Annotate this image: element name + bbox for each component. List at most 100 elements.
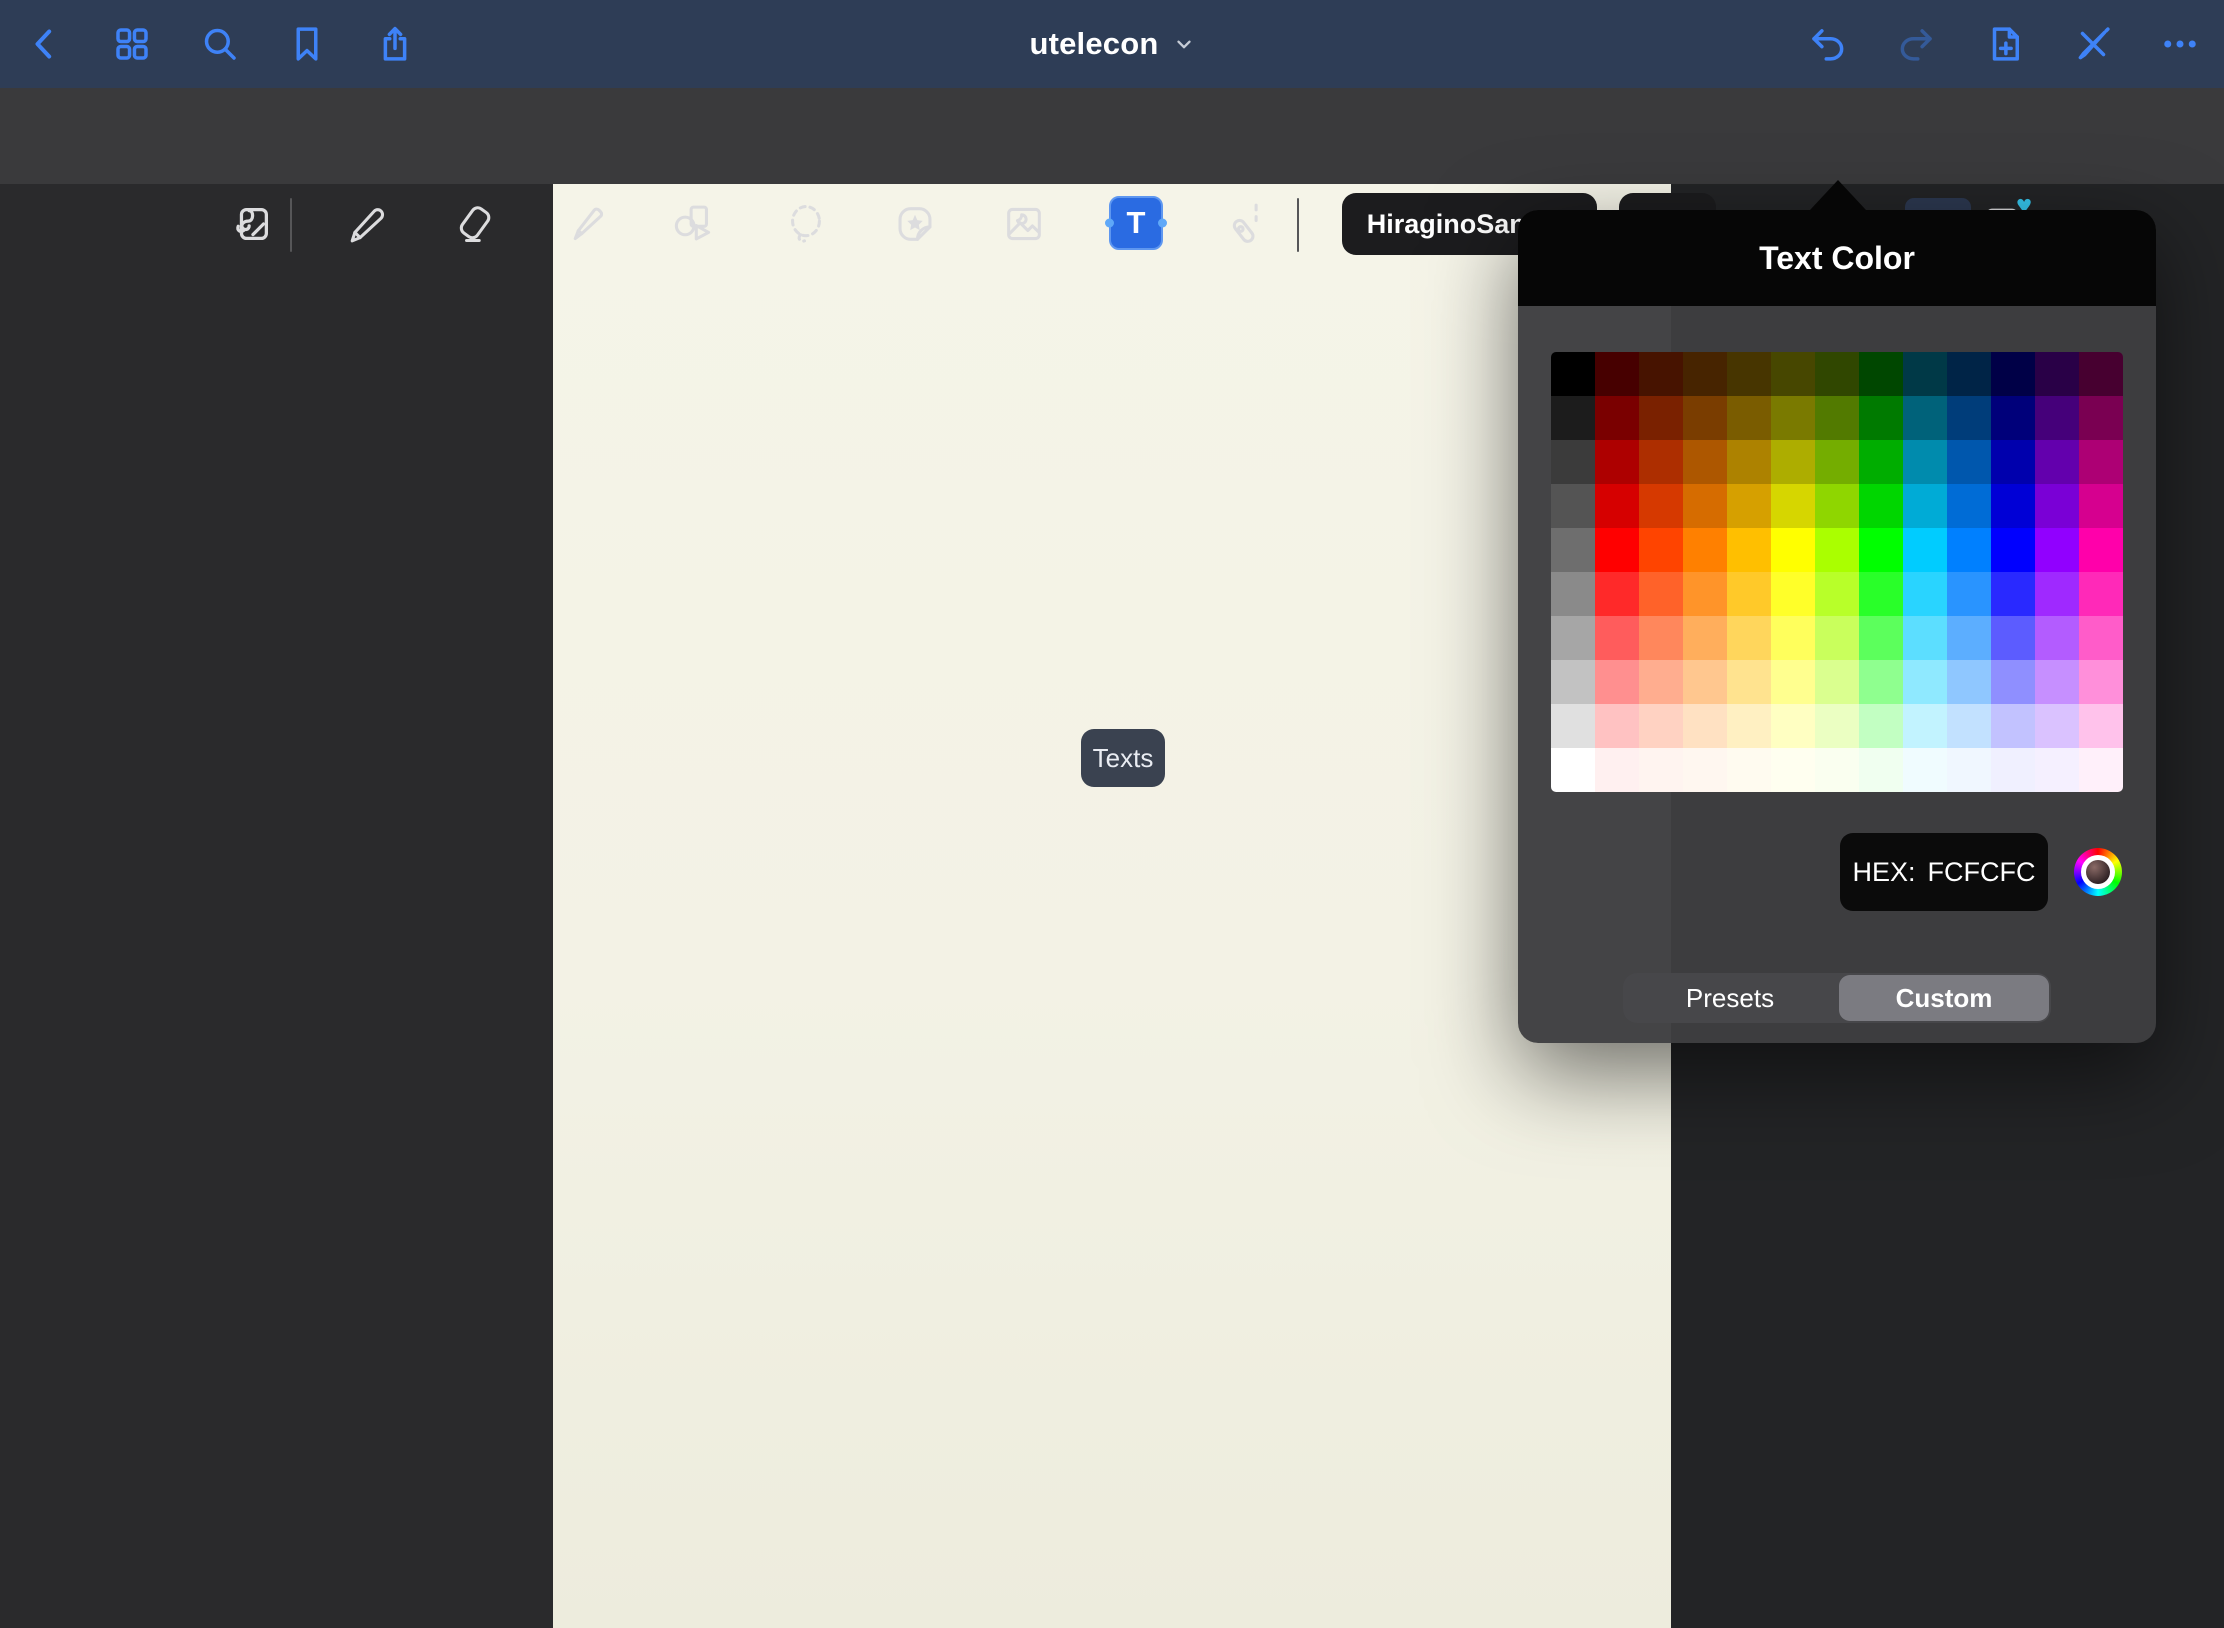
color-swatch[interactable] [1903, 616, 1947, 660]
color-swatch[interactable] [1683, 704, 1727, 748]
more-options-button[interactable] [2152, 16, 2208, 72]
color-swatch[interactable] [1903, 660, 1947, 704]
color-swatch[interactable] [1595, 616, 1639, 660]
color-swatch[interactable] [1903, 748, 1947, 792]
color-swatch[interactable] [2079, 616, 2123, 660]
color-swatch[interactable] [1815, 748, 1859, 792]
color-swatch[interactable] [1947, 748, 1991, 792]
color-swatch[interactable] [2035, 440, 2079, 484]
hex-input[interactable]: HEX: FCFCFC [1840, 833, 2048, 911]
color-swatch[interactable] [1683, 616, 1727, 660]
color-swatch[interactable] [1683, 352, 1727, 396]
back-button[interactable] [17, 16, 73, 72]
color-swatch[interactable] [1771, 352, 1815, 396]
note-page-canvas[interactable]: Texts [553, 184, 1671, 1628]
color-swatch[interactable] [1551, 484, 1595, 528]
color-swatch[interactable] [1595, 352, 1639, 396]
color-swatch[interactable] [1815, 704, 1859, 748]
color-swatch[interactable] [1991, 396, 2035, 440]
color-swatch[interactable] [1947, 440, 1991, 484]
color-swatch[interactable] [2079, 484, 2123, 528]
color-swatch[interactable] [1947, 352, 1991, 396]
color-swatch[interactable] [1727, 660, 1771, 704]
color-swatch[interactable] [1683, 396, 1727, 440]
color-swatch[interactable] [2035, 660, 2079, 704]
color-swatch[interactable] [1639, 484, 1683, 528]
tab-custom[interactable]: Custom [1839, 975, 2049, 1021]
color-swatch[interactable] [2079, 352, 2123, 396]
color-swatch[interactable] [1639, 572, 1683, 616]
color-swatch[interactable] [1903, 440, 1947, 484]
color-swatch[interactable] [1727, 748, 1771, 792]
color-swatch[interactable] [1771, 572, 1815, 616]
color-swatch[interactable] [1903, 352, 1947, 396]
shapes-tool[interactable] [666, 196, 722, 252]
color-swatch[interactable] [1991, 660, 2035, 704]
color-swatch[interactable] [1639, 352, 1683, 396]
color-swatch[interactable] [1771, 396, 1815, 440]
color-swatch[interactable] [1727, 704, 1771, 748]
color-swatch[interactable] [1815, 396, 1859, 440]
redo-button[interactable] [1888, 16, 1944, 72]
color-swatch[interactable] [1771, 440, 1815, 484]
color-swatch[interactable] [1595, 704, 1639, 748]
stylus-toggle-button[interactable] [2065, 16, 2121, 72]
share-button[interactable] [367, 16, 423, 72]
color-swatch[interactable] [1991, 748, 2035, 792]
color-swatch[interactable] [2079, 572, 2123, 616]
color-swatch[interactable] [2035, 704, 2079, 748]
color-swatch[interactable] [1595, 660, 1639, 704]
color-swatch[interactable] [1551, 440, 1595, 484]
color-swatch[interactable] [1815, 528, 1859, 572]
laser-pointer-tool[interactable] [1217, 196, 1273, 252]
color-swatch[interactable] [1903, 528, 1947, 572]
highlighter-tool[interactable] [558, 196, 614, 252]
color-swatch[interactable] [1947, 660, 1991, 704]
color-swatch[interactable] [1991, 352, 2035, 396]
bookmark-button[interactable] [279, 16, 335, 72]
color-swatch[interactable] [1947, 572, 1991, 616]
color-swatch[interactable] [1859, 440, 1903, 484]
color-swatch[interactable] [1815, 572, 1859, 616]
image-tool[interactable] [996, 196, 1052, 252]
color-swatch[interactable] [1859, 352, 1903, 396]
color-swatch[interactable] [2035, 352, 2079, 396]
color-swatch[interactable] [1859, 572, 1903, 616]
eraser-tool[interactable] [447, 196, 503, 252]
color-swatch[interactable] [2035, 528, 2079, 572]
lasso-tool[interactable] [778, 196, 834, 252]
color-swatch[interactable] [1683, 528, 1727, 572]
color-swatch[interactable] [1639, 748, 1683, 792]
color-swatch[interactable] [1815, 484, 1859, 528]
color-swatch[interactable] [2079, 748, 2123, 792]
color-swatch[interactable] [1991, 572, 2035, 616]
color-swatch[interactable] [2079, 440, 2123, 484]
page-thumbnails-button[interactable] [104, 16, 160, 72]
pen-tool[interactable] [338, 196, 394, 252]
color-swatch[interactable] [1903, 484, 1947, 528]
color-swatch[interactable] [1595, 748, 1639, 792]
color-swatch[interactable] [1815, 660, 1859, 704]
color-swatch[interactable] [1639, 616, 1683, 660]
color-swatch[interactable] [1771, 704, 1815, 748]
color-swatch[interactable] [1991, 704, 2035, 748]
color-swatch[interactable] [1551, 572, 1595, 616]
color-swatch[interactable] [2079, 660, 2123, 704]
color-swatch[interactable] [2035, 396, 2079, 440]
color-swatch[interactable] [1947, 396, 1991, 440]
color-swatch[interactable] [1771, 528, 1815, 572]
color-swatch[interactable] [1815, 440, 1859, 484]
color-swatch[interactable] [1595, 528, 1639, 572]
add-page-button[interactable] [1977, 16, 2033, 72]
color-swatch[interactable] [1595, 396, 1639, 440]
color-swatch[interactable] [1859, 704, 1903, 748]
color-swatch[interactable] [1947, 704, 1991, 748]
color-swatch[interactable] [1859, 616, 1903, 660]
undo-button[interactable] [1800, 16, 1856, 72]
color-swatch[interactable] [1859, 748, 1903, 792]
text-tool[interactable]: T [1109, 196, 1163, 250]
color-swatch[interactable] [2035, 572, 2079, 616]
color-swatch[interactable] [1771, 660, 1815, 704]
color-swatch[interactable] [1639, 396, 1683, 440]
sticker-tool[interactable] [887, 196, 943, 252]
